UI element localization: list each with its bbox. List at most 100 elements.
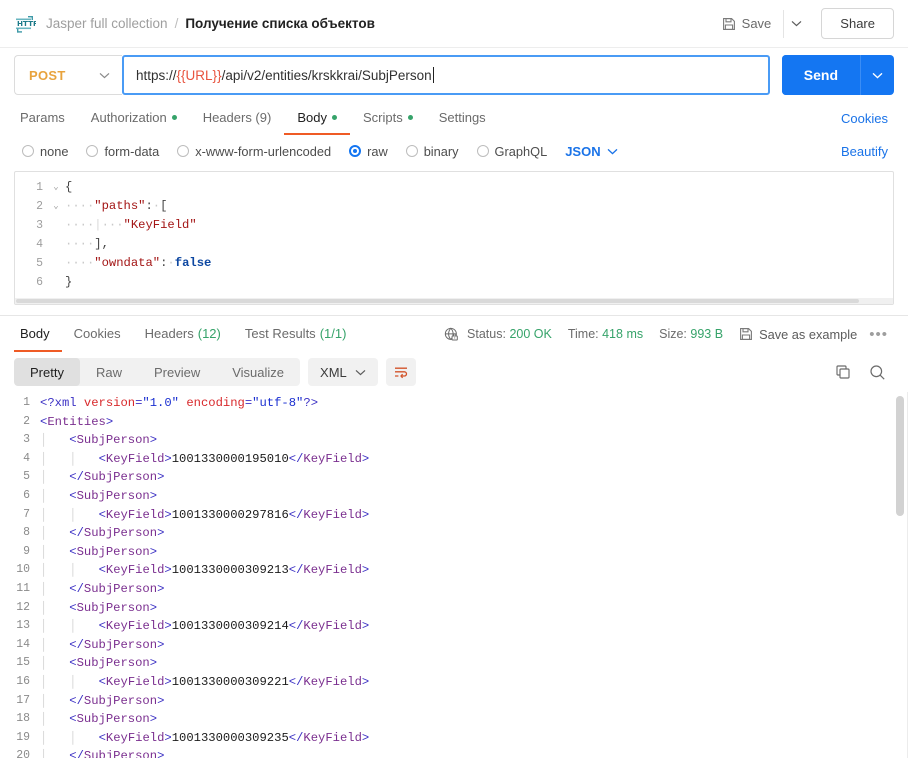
body-format-selector[interactable]: JSON xyxy=(565,143,618,159)
fold-caret-icon[interactable]: ⌄ xyxy=(49,197,63,216)
response-line: 20 │ </SubjPerson> xyxy=(0,747,908,758)
body-type-raw[interactable]: raw xyxy=(349,144,388,159)
copy-button[interactable] xyxy=(835,364,851,380)
line-number: 6 xyxy=(36,276,43,289)
response-format-selector[interactable]: XML xyxy=(308,358,378,386)
radio-icon xyxy=(177,145,190,157)
send-button[interactable]: Send xyxy=(781,55,860,95)
save-options-caret[interactable] xyxy=(783,9,809,38)
response-line: 16 │ │ <KeyField>1001330000309221</KeyFi… xyxy=(0,673,908,692)
line-code: ····], xyxy=(65,237,109,251)
tab-headers[interactable]: Headers (9) xyxy=(190,102,285,135)
line-code: <?xml version="1.0" encoding="utf-8"?> xyxy=(40,396,319,410)
tab-label: Cookies xyxy=(73,325,121,341)
response-line: 15 │ <SubjPerson> xyxy=(0,654,908,673)
body-type-urlencoded[interactable]: x-www-form-urlencoded xyxy=(177,144,331,159)
time-badge: Time: 418 ms xyxy=(568,327,643,341)
tab-label: Body xyxy=(20,325,50,341)
line-number: 8 xyxy=(23,526,30,540)
more-options-button[interactable]: ••• xyxy=(869,326,888,343)
body-type-label: GraphQL xyxy=(494,143,548,159)
response-format-label: XML xyxy=(320,364,347,380)
line-code: { xyxy=(65,180,73,194)
tab-authorization[interactable]: Authorization xyxy=(78,102,190,135)
url-bar: POST https://{{URL}}/api/v2/entities/krs… xyxy=(0,48,908,102)
editor-horizontal-scrollbar[interactable] xyxy=(15,298,893,304)
status-dot xyxy=(331,115,337,120)
scrollbar-thumb[interactable] xyxy=(896,396,904,516)
tab-count: (1/1) xyxy=(319,325,347,341)
line-code: │ <SubjPerson> xyxy=(40,656,158,671)
body-type-form-data[interactable]: form-data xyxy=(86,144,159,159)
view-preview[interactable]: Preview xyxy=(138,358,216,386)
send-options-caret[interactable] xyxy=(860,55,894,95)
time-value: 418 ms xyxy=(602,327,644,341)
method-selector[interactable]: POST xyxy=(14,55,122,95)
response-tab-cookies[interactable]: Cookies xyxy=(62,316,133,352)
body-type-graphql[interactable]: GraphQL xyxy=(476,143,548,159)
line-code: │ </SubjPerson> xyxy=(40,470,165,485)
response-tab-test-results[interactable]: Test Results (1/1) xyxy=(233,316,359,352)
tab-scripts[interactable]: Scripts xyxy=(350,102,426,135)
radio-icon xyxy=(22,145,34,157)
response-body-viewer[interactable]: 1 <?xml version="1.0" encoding="utf-8"?>… xyxy=(0,392,908,758)
line-code: ····|···"KeyField" xyxy=(65,218,197,232)
cookies-link[interactable]: Cookies xyxy=(841,102,894,135)
line-code: │ </SubjPerson> xyxy=(40,749,165,758)
view-pretty[interactable]: Pretty xyxy=(14,358,80,386)
line-code: │ </SubjPerson> xyxy=(40,581,165,596)
line-number: 20 xyxy=(16,749,30,758)
tab-params[interactable]: Params xyxy=(14,102,78,135)
body-type-binary[interactable]: binary xyxy=(405,144,459,159)
response-view-toolbar: Pretty Raw Preview Visualize XML xyxy=(0,352,908,392)
save-button[interactable]: Save xyxy=(714,11,780,36)
line-code: ····"owndata":·false xyxy=(65,256,212,270)
http-icon: HTTP xyxy=(14,15,36,33)
url-variable: {{URL}} xyxy=(176,67,222,83)
response-line: 12 │ <SubjPerson> xyxy=(0,599,908,618)
body-format-label: JSON xyxy=(565,143,601,159)
tab-settings[interactable]: Settings xyxy=(426,102,499,135)
breadcrumb-request-name[interactable]: Получение списка объектов xyxy=(185,16,375,31)
keyfield-value: 1001330000309235 xyxy=(171,730,289,745)
share-button[interactable]: Share xyxy=(821,8,894,39)
method-label: POST xyxy=(29,67,66,83)
response-tab-body[interactable]: Body xyxy=(14,316,62,352)
view-raw[interactable]: Raw xyxy=(80,358,138,386)
line-number: 2 xyxy=(36,200,43,213)
save-label: Save xyxy=(741,16,772,31)
line-number: 15 xyxy=(16,656,30,670)
url-input[interactable]: https://{{URL}}/api/v2/entities/krskkrai… xyxy=(122,55,770,95)
response-line: 2 <Entities> xyxy=(0,413,908,432)
beautify-link[interactable]: Beautify xyxy=(841,144,894,159)
tab-body[interactable]: Body xyxy=(284,102,350,135)
response-tab-headers[interactable]: Headers (12) xyxy=(133,316,233,352)
line-number: 6 xyxy=(23,488,30,502)
line-number: 5 xyxy=(36,257,43,270)
search-button[interactable] xyxy=(869,364,886,381)
response-line: 4 │ │ <KeyField>1001330000195010</KeyFie… xyxy=(0,450,908,469)
chevron-down-icon xyxy=(99,72,110,78)
globe-lock-icon[interactable] xyxy=(444,327,459,342)
response-line: 14 │ </SubjPerson> xyxy=(0,636,908,655)
keyfield-value: 1001330000309221 xyxy=(171,674,289,689)
tab-label: Settings xyxy=(438,110,486,125)
tab-label: Body xyxy=(297,110,327,125)
breadcrumb-collection[interactable]: Jasper full collection xyxy=(46,16,168,31)
request-body-editor[interactable]: 1 ⌄ { 2 ⌄ ····"paths":·[ 3 ····|···"KeyF… xyxy=(14,171,894,305)
tab-label: Headers (9) xyxy=(202,110,272,125)
json-editor-content: 1 ⌄ { 2 ⌄ ····"paths":·[ 3 ····|···"KeyF… xyxy=(15,172,893,292)
view-visualize[interactable]: Visualize xyxy=(216,358,300,386)
fold-caret-icon[interactable]: ⌄ xyxy=(49,178,63,197)
body-type-none[interactable]: none xyxy=(22,144,68,159)
response-vertical-scrollbar[interactable] xyxy=(896,396,904,754)
word-wrap-icon xyxy=(393,365,409,379)
radio-icon xyxy=(476,145,489,157)
line-number: 19 xyxy=(16,730,30,744)
copy-icon xyxy=(835,364,851,380)
line-code: │ │ <KeyField>1001330000309221</KeyField… xyxy=(40,674,370,689)
response-tabs: Body Cookies Headers (12) Test Results (… xyxy=(0,316,908,352)
word-wrap-toggle[interactable] xyxy=(385,358,416,386)
radio-icon xyxy=(405,145,418,157)
save-as-example-button[interactable]: Save as example xyxy=(739,327,857,342)
